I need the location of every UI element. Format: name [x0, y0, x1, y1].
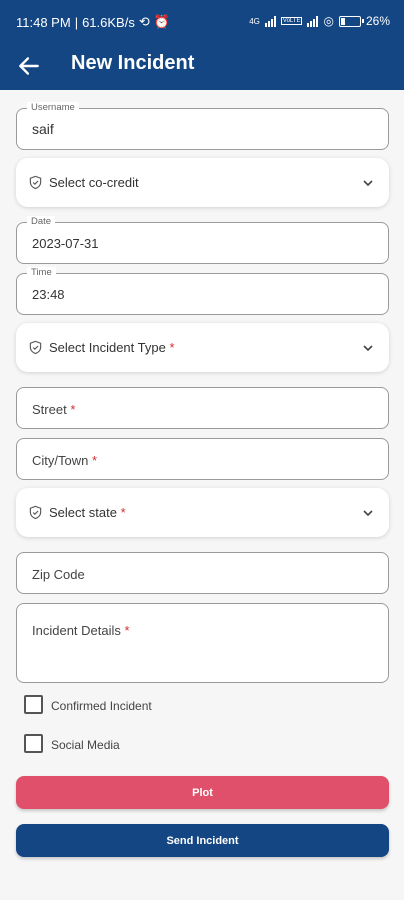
required-marker: *	[169, 340, 175, 355]
required-marker: *	[120, 505, 126, 520]
confirmed-incident-label: Confirmed Incident	[51, 699, 152, 713]
send-incident-button[interactable]: Send Incident	[16, 824, 389, 857]
time-value: 23:48	[32, 287, 65, 302]
incident-type-dropdown[interactable]: Select Incident Type *	[16, 323, 389, 372]
date-field[interactable]: Date 2023-07-31	[16, 216, 389, 264]
plot-button[interactable]: Plot	[16, 776, 389, 809]
chevron-down-icon	[363, 345, 373, 352]
username-field[interactable]: Username saif	[16, 102, 389, 150]
incident-details-textarea[interactable]: Incident Details *	[16, 603, 389, 683]
status-time: 11:48 PM	[16, 14, 71, 30]
co-credit-dropdown[interactable]: Select co-credit	[16, 158, 389, 207]
alarm-icon: ⏰	[153, 14, 170, 29]
hotspot-icon: ◎	[323, 14, 334, 28]
social-media-checkbox[interactable]	[24, 734, 43, 753]
date-value: 2023-07-31	[32, 236, 99, 251]
time-field[interactable]: Time 23:48	[16, 267, 389, 315]
username-label: Username	[27, 102, 79, 113]
status-bar: 11:48 PM | 61.6KB/s ⟲ ⏰ 4G VoLTE ◎ 26%	[0, 0, 404, 44]
street-placeholder: Street	[32, 402, 67, 417]
sync-off-icon: ⟲	[138, 14, 150, 29]
username-value: saif	[32, 121, 54, 137]
details-placeholder: Incident Details	[32, 623, 121, 638]
app-bar: New Incident	[0, 44, 404, 90]
state-dropdown[interactable]: Select state *	[16, 488, 389, 537]
battery-percent: 26%	[365, 14, 390, 28]
signal-icon	[264, 15, 276, 27]
city-input[interactable]: City/Town *	[16, 438, 389, 480]
page-title: New Incident	[71, 52, 195, 74]
network-label: 4G	[249, 16, 260, 26]
signal-icon-2	[307, 15, 319, 27]
shield-check-icon	[29, 175, 42, 190]
battery-icon	[338, 15, 364, 27]
required-marker: *	[91, 453, 98, 468]
street-input[interactable]: Street *	[16, 387, 389, 429]
shield-check-icon	[29, 505, 42, 520]
chevron-down-icon	[363, 180, 373, 187]
city-placeholder: City/Town	[32, 453, 89, 468]
chevron-down-icon	[363, 510, 373, 517]
required-marker: *	[124, 623, 130, 638]
required-marker: *	[70, 402, 76, 417]
zip-input[interactable]: Zip Code	[16, 552, 389, 594]
status-speed: 61.6KB/s	[82, 14, 135, 30]
co-credit-text: Select co-credit	[49, 175, 139, 190]
back-arrow-icon[interactable]	[16, 53, 42, 79]
time-label: Time	[27, 267, 56, 278]
date-label: Date	[27, 216, 56, 227]
shield-check-icon	[29, 340, 42, 355]
confirmed-incident-checkbox[interactable]	[24, 695, 43, 714]
volte-label: VoLTE	[280, 17, 303, 25]
state-text: Select state	[49, 505, 117, 520]
social-media-label: Social Media	[51, 738, 120, 752]
zip-placeholder: Zip Code	[32, 567, 85, 582]
incident-type-text: Select Incident Type	[49, 340, 166, 355]
